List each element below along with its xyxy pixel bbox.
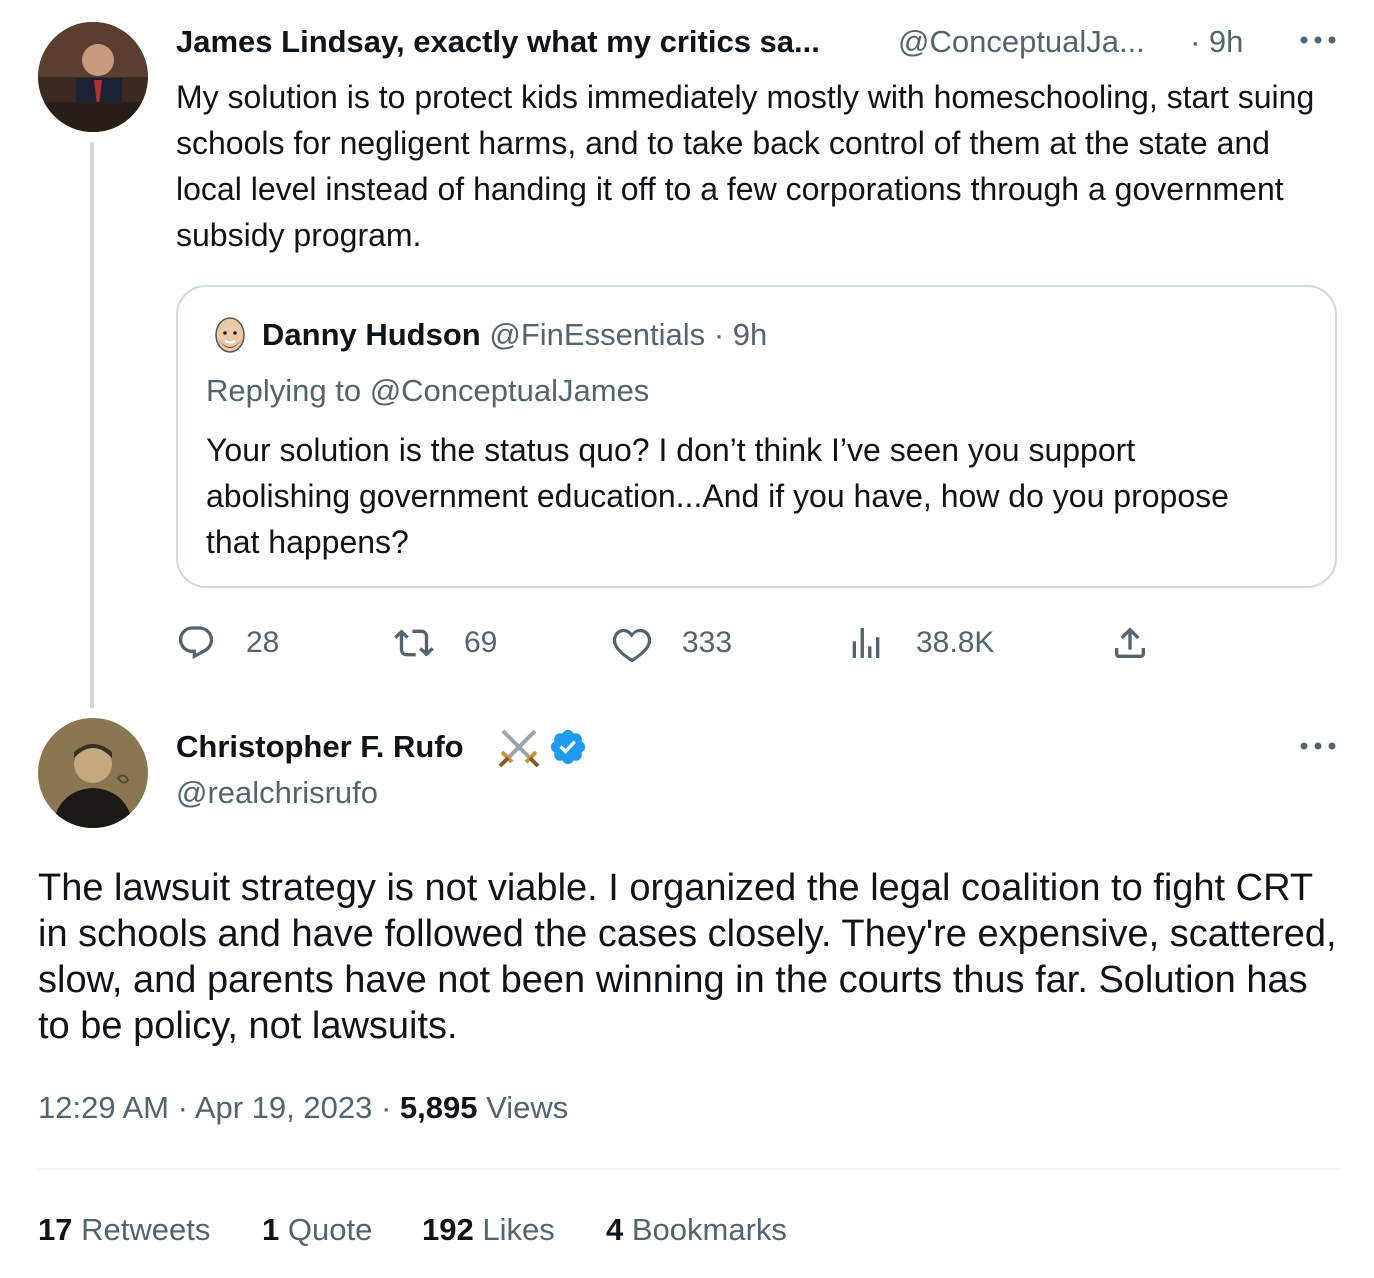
quoted-author-handle[interactable]: @FinEssentials [489, 317, 705, 352]
divider [38, 1168, 1340, 1170]
main-more-dots-icon[interactable] [1298, 736, 1338, 761]
views-count: 38.8K [916, 626, 995, 659]
more-dots-icon[interactable] [1298, 30, 1338, 55]
retweet-icon [394, 629, 434, 657]
share-button[interactable] [1110, 620, 1180, 666]
heart-icon [612, 628, 652, 663]
views-button[interactable]: 38.8K [846, 620, 994, 666]
quotes-count: 1 [262, 1212, 280, 1247]
main-tweet-text: The lawsuit strategy is not viable. I or… [38, 867, 1337, 1047]
tweet-timestamp-row: 12:29 AM · Apr 19, 2023 · 5,895 Views [38, 1086, 568, 1130]
retweets-label: Retweets [81, 1212, 211, 1247]
reply-button[interactable]: 28 [176, 620, 279, 666]
quotes-stat[interactable]: 1 Quote [262, 1208, 372, 1252]
thread-connector-line [90, 142, 94, 708]
likes-label: Likes [482, 1212, 555, 1247]
author-name[interactable]: James Lindsay, exactly what my critics s… [176, 22, 820, 62]
bookmarks-label: Bookmarks [631, 1212, 787, 1247]
verified-badge-icon[interactable] [548, 727, 588, 772]
tweet-timestamp[interactable]: 12:29 AM · Apr 19, 2023 · [38, 1090, 391, 1125]
quoted-author-name[interactable]: Danny Hudson [262, 317, 481, 352]
quoted-tweet-text: Your solution is the status quo? I don’t… [206, 432, 1229, 560]
quotes-label: Quote [287, 1212, 373, 1247]
author-handle[interactable]: @ConceptualJa... [898, 22, 1145, 62]
reply-icon [178, 626, 214, 660]
likes-stat[interactable]: 192 Likes [422, 1208, 555, 1252]
retweet-button[interactable]: 69 [394, 620, 497, 666]
avatar-christopher-rufo[interactable] [38, 718, 148, 828]
quoted-tweet-card[interactable]: Danny Hudson @FinEssentials · 9h Replyin… [176, 285, 1337, 588]
share-icon [1115, 627, 1145, 658]
views-total: 5,895 [399, 1090, 478, 1125]
tweet-text: My solution is to protect kids immediate… [176, 79, 1315, 253]
retweets-count: 17 [38, 1212, 73, 1247]
reply-count: 28 [246, 626, 280, 659]
bookmarks-count: 4 [606, 1212, 624, 1247]
quoted-tweet-time[interactable]: · 9h [714, 317, 767, 352]
replying-to[interactable]: Replying to @ConceptualJames [206, 371, 649, 411]
main-author-name[interactable]: Christopher F. Rufo [176, 727, 464, 767]
avatar-danny-hudson [210, 313, 250, 357]
views-chart-icon [852, 628, 880, 658]
bookmarks-stat[interactable]: 4 Bookmarks [606, 1208, 787, 1252]
retweet-count: 69 [464, 626, 498, 659]
avatar-james-lindsay[interactable] [38, 22, 148, 132]
tweet-time[interactable]: · 9h [1190, 22, 1243, 62]
main-author-handle[interactable]: @realchrisrufo [176, 773, 378, 813]
likes-count: 192 [422, 1212, 474, 1247]
views-label: Views [486, 1090, 569, 1125]
like-button[interactable]: 333 [612, 620, 732, 666]
retweets-stat[interactable]: 17 Retweets [38, 1208, 210, 1252]
like-count: 333 [682, 626, 733, 659]
crossed-swords-icon [496, 724, 542, 775]
